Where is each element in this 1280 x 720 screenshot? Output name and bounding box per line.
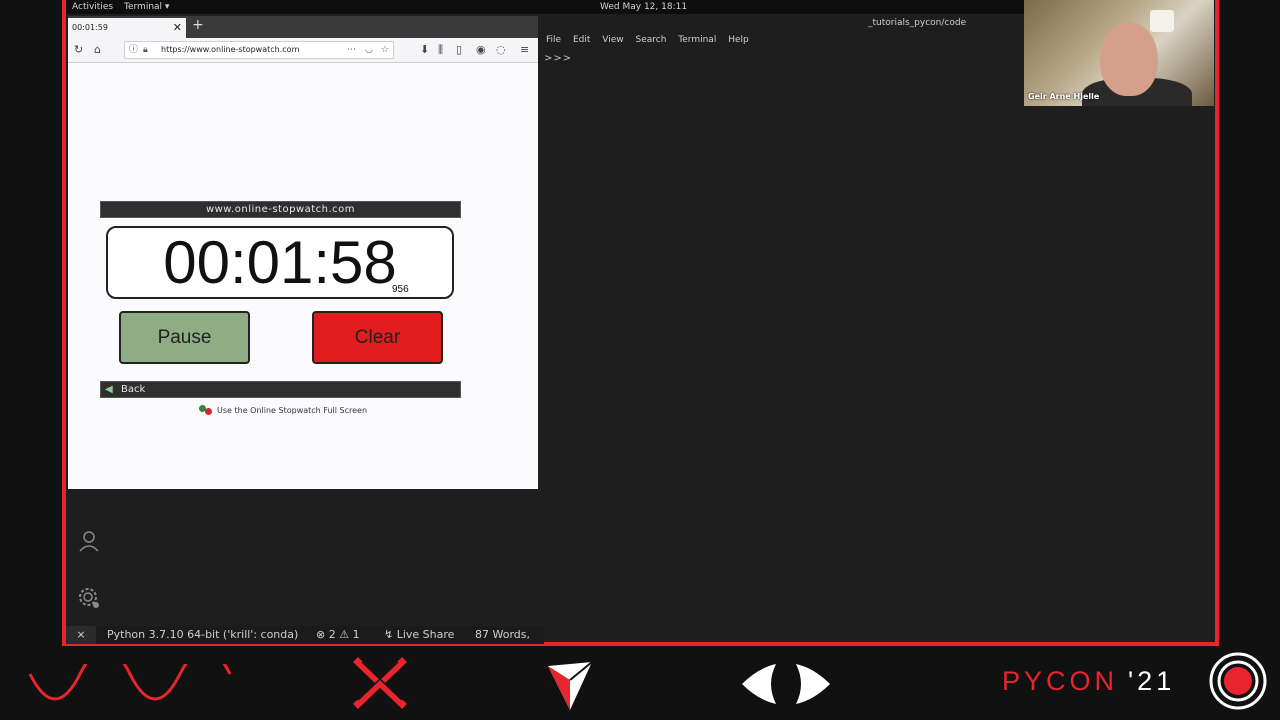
menu-file[interactable]: File — [546, 35, 561, 45]
remote-indicator-icon[interactable]: ⨯ — [66, 626, 96, 644]
settings-gear-icon[interactable] — [76, 585, 102, 611]
hamburger-menu-icon[interactable]: ≡ — [520, 43, 529, 56]
menu-help[interactable]: Help — [728, 35, 749, 45]
lock-icon: 🔒︎ — [143, 45, 148, 55]
menu-terminal[interactable]: Terminal — [678, 35, 716, 45]
error-icon: ⊗ — [316, 628, 326, 641]
activities-button[interactable]: Activities — [72, 0, 113, 14]
pycon-wordmark: PYCON '21 — [1002, 666, 1175, 697]
reload-icon[interactable]: ↻ — [74, 43, 83, 56]
live-share-button[interactable]: ↯ Live Share — [384, 626, 454, 644]
home-icon[interactable]: ⌂ — [94, 43, 101, 56]
browser-window: 00:01:59 ✕ + ↻ ⌂ ⓘ 🔒︎ https://www.online… — [68, 16, 538, 489]
tab-strip: 00:01:59 ✕ + — [68, 16, 538, 38]
address-bar[interactable]: ⓘ 🔒︎ https://www.online-stopwatch.com ⋯ … — [124, 41, 394, 59]
stopwatch-milliseconds: 956 — [392, 284, 409, 295]
bookmark-star-icon[interactable]: ☆ — [381, 42, 389, 58]
pycon-footer: PYCON '21 — [0, 646, 1280, 720]
pocket-icon[interactable]: ◡ — [365, 42, 373, 58]
fullscreen-link-label: Use the Online Stopwatch Full Screen — [217, 406, 368, 415]
record-circle-logo-icon — [1209, 652, 1267, 710]
webcam-speaker-head — [1100, 22, 1158, 96]
library-icon[interactable]: ⫼ — [438, 43, 443, 57]
python-interpreter[interactable]: Python 3.7.10 64-bit ('krill': conda) — [107, 626, 298, 644]
pycon-year: '21 — [1128, 666, 1176, 696]
screenshot-icon[interactable]: ◌ — [496, 43, 506, 56]
browser-tab[interactable]: 00:01:59 ✕ — [68, 18, 186, 38]
status-bar: ⨯ Python 3.7.10 64-bit ('krill': conda) … — [66, 626, 544, 659]
fullscreen-link[interactable]: Use the Online Stopwatch Full Screen — [199, 405, 367, 417]
navigation-bar: ↻ ⌂ ⓘ 🔒︎ https://www.online-stopwatch.co… — [68, 38, 538, 63]
warning-icon: ⚠ — [339, 628, 350, 641]
url-text: https://www.online-stopwatch.com — [161, 45, 300, 54]
paper-plane-logo-icon — [548, 661, 593, 710]
error-count: 2 — [328, 628, 336, 641]
stopwatch-display: 00:01:58 956 — [106, 226, 454, 299]
info-icon[interactable]: ⓘ — [129, 42, 138, 58]
problems-indicator[interactable]: ⊗ 2 ⚠ 1 — [316, 626, 360, 644]
webcam-background-lamp — [1150, 10, 1174, 32]
pycon-name: PYCON — [1002, 666, 1119, 696]
eye-logo-icon — [742, 664, 830, 704]
app-menu-terminal[interactable]: Terminal ▾ — [124, 0, 169, 14]
back-label: Back — [121, 384, 146, 395]
tab-title: 00:01:59 — [72, 23, 108, 32]
live-share-label: Live Share — [396, 628, 455, 641]
back-button[interactable]: ◀ Back — [100, 381, 461, 398]
live-share-icon: ↯ — [384, 628, 394, 641]
wave-logo-icon — [28, 664, 232, 701]
fullscreen-icon — [199, 405, 213, 416]
warning-count: 1 — [352, 628, 360, 641]
site-banner[interactable]: www.online-stopwatch.com — [100, 201, 461, 218]
system-clock[interactable]: Wed May 12, 18:11 — [600, 0, 687, 14]
cross-logo-icon — [353, 657, 407, 709]
sidebar-icon[interactable]: ▯ — [456, 43, 462, 56]
menu-view[interactable]: View — [602, 35, 623, 45]
page-actions-icon[interactable]: ⋯ — [347, 42, 356, 58]
webcam-feed: Geir Arne Hjelle — [1024, 0, 1214, 106]
accounts-icon[interactable] — [76, 528, 102, 554]
speaker-name: Geir Arne Hjelle — [1028, 92, 1100, 101]
new-tab-icon[interactable]: + — [192, 17, 204, 33]
terminal-menubar: File Edit View Search Terminal Help — [546, 35, 758, 45]
terminal-window-title: _tutorials_pycon/code — [868, 18, 967, 28]
stopwatch-page: www.online-stopwatch.com 00:01:58 956 Pa… — [68, 63, 538, 489]
close-tab-icon[interactable]: ✕ — [173, 18, 182, 38]
clear-button[interactable]: Clear — [312, 311, 443, 364]
extension-icon[interactable]: ◉ — [476, 43, 486, 56]
menu-edit[interactable]: Edit — [573, 35, 590, 45]
menu-search[interactable]: Search — [635, 35, 666, 45]
python-prompt[interactable]: >>> — [544, 53, 572, 64]
downloads-icon[interactable]: ⬇ — [420, 43, 429, 56]
pause-button[interactable]: Pause — [119, 311, 250, 364]
back-arrow-icon: ◀ — [105, 384, 113, 395]
